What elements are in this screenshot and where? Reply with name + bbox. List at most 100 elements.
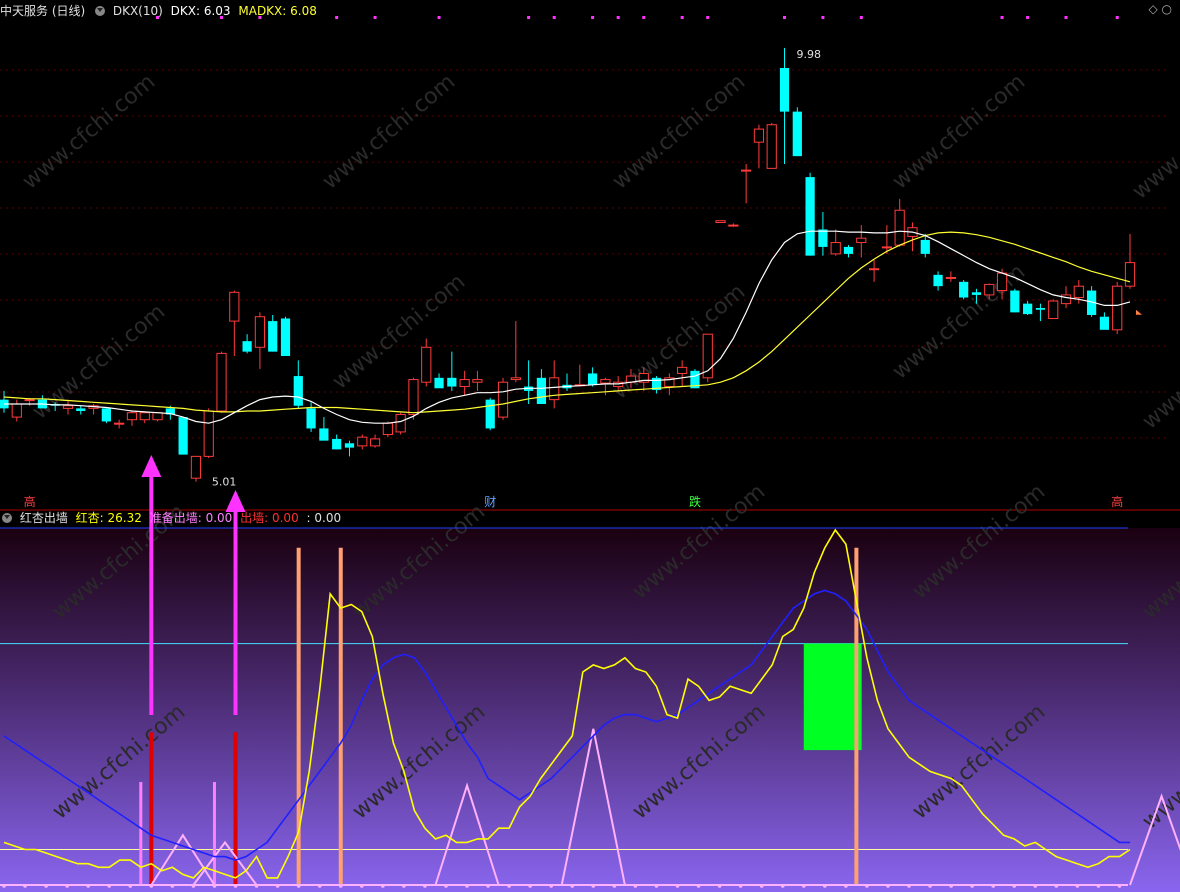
madkx-value: MADKX: 6.08 (238, 4, 317, 18)
hongxing-value: 红杏: 26.32 (75, 511, 142, 525)
signal-dot (680, 16, 684, 19)
indicator-title: 红杏出墙 (19, 511, 68, 525)
price-panel-bg (0, 0, 1180, 510)
candle-body-down (818, 229, 828, 247)
candle-body-down (1035, 308, 1046, 310)
candle-body-down (293, 376, 303, 406)
signal-dot (859, 16, 863, 19)
candle-body-down (933, 274, 943, 287)
candle-body-up (421, 346, 432, 383)
baseline-dot (402, 884, 406, 888)
candle-body-up (1060, 294, 1072, 305)
baseline-dot (86, 884, 90, 888)
high-price-label: 9.98 (797, 48, 822, 61)
baseline-dot (44, 884, 48, 888)
baseline-dot (696, 884, 701, 888)
candle-body-up (766, 124, 777, 169)
candle-body-down (319, 428, 329, 441)
candle-body-down (792, 111, 802, 157)
baseline-dot (675, 884, 680, 888)
orange-signal-bar (338, 547, 343, 885)
candle-body-down (280, 318, 291, 356)
baseline-dot (486, 884, 490, 888)
candle-body-up (369, 438, 381, 447)
candle-body-down (101, 408, 111, 422)
baseline-dot (928, 884, 932, 888)
baseline-dot (381, 884, 385, 888)
candle-body-down (587, 373, 598, 385)
dropdown-icon[interactable] (95, 5, 106, 16)
signal-dot (1026, 16, 1030, 19)
candle-body-up (741, 169, 752, 172)
candle-body-up (62, 405, 74, 409)
candle-body-down (447, 377, 457, 387)
candle-body-down (306, 408, 316, 429)
baseline-dot (2, 884, 6, 888)
baseline-dot (1033, 884, 1038, 888)
panel-controls-icon[interactable]: ◇ ○ (1148, 2, 1172, 16)
signal-marker-text: 高 (1111, 494, 1123, 509)
candle-body-up (459, 379, 470, 388)
baseline-dot (275, 884, 280, 888)
candle-body-down (242, 341, 252, 352)
stock-name: 中天服务 (日线) (0, 4, 86, 18)
signal-dot (437, 16, 441, 19)
baseline-dot (1096, 884, 1101, 888)
baseline-dot (844, 884, 848, 888)
candle-body-up (677, 366, 688, 374)
baseline-dot (1117, 884, 1122, 888)
baseline-dot (191, 884, 196, 888)
indicator-header: 红杏出墙 红杏: 26.32 准备出墙: 0.00 出墙: 0.00 : 0.0… (0, 509, 345, 527)
candle-body-up (728, 224, 739, 227)
baseline-dot (907, 884, 911, 888)
baseline-dot (991, 884, 995, 888)
candle-body-up (1073, 285, 1084, 299)
candle-body-up (139, 412, 150, 421)
candle-body-up (1048, 300, 1059, 319)
candle-body-down (344, 443, 355, 448)
dkx-value: DKX: 6.03 (170, 4, 231, 18)
candle-body-down (1010, 290, 1020, 313)
candle-body-up (190, 455, 202, 479)
candle-body-up (1112, 285, 1123, 331)
red-signal-bar (233, 732, 238, 885)
signal-dot (706, 16, 710, 19)
baseline-dot (970, 884, 974, 888)
pink-signal-bar (139, 782, 143, 885)
signal-dot (335, 16, 339, 19)
baseline-dot (296, 884, 301, 888)
baseline-dot (423, 884, 427, 888)
candle-body-down (485, 399, 495, 429)
signal-dot (1064, 16, 1068, 19)
baseline-dot (780, 884, 785, 888)
baseline-dot (886, 884, 890, 888)
baseline-dot (233, 884, 238, 888)
baseline-dot (170, 884, 175, 888)
baseline-dot (507, 884, 511, 888)
candle-body-down (920, 239, 930, 254)
candle-body-up (229, 291, 240, 322)
baseline-dot (612, 884, 617, 888)
candle-body-up (408, 379, 419, 415)
baseline-dot (738, 884, 743, 888)
signal-dot (552, 16, 556, 19)
baseline-dot (212, 884, 217, 888)
baseline-dot (23, 884, 27, 888)
candle-body-up (945, 276, 956, 279)
dropdown-icon[interactable] (2, 512, 12, 523)
candle-body-up (11, 403, 22, 418)
signal-marker-text: 高 (24, 494, 36, 509)
baseline-dot (128, 884, 133, 888)
signal-dot (1115, 16, 1119, 19)
candle-body-up (395, 413, 406, 433)
candle-body-up (600, 379, 611, 384)
candle-body-up (203, 410, 214, 457)
candle-body-down (178, 417, 188, 455)
signal-marker-text: 跌 (689, 494, 701, 509)
signal-marker-text: 财 (484, 495, 496, 509)
price-header: 中天服务 (日线) DKX(10) DKX: 6.03 MADKX: 6.08 (0, 2, 321, 20)
candle-body-up (984, 283, 995, 296)
candle-body-up (126, 412, 138, 421)
signal-box (803, 643, 862, 751)
baseline-dot (570, 884, 575, 888)
